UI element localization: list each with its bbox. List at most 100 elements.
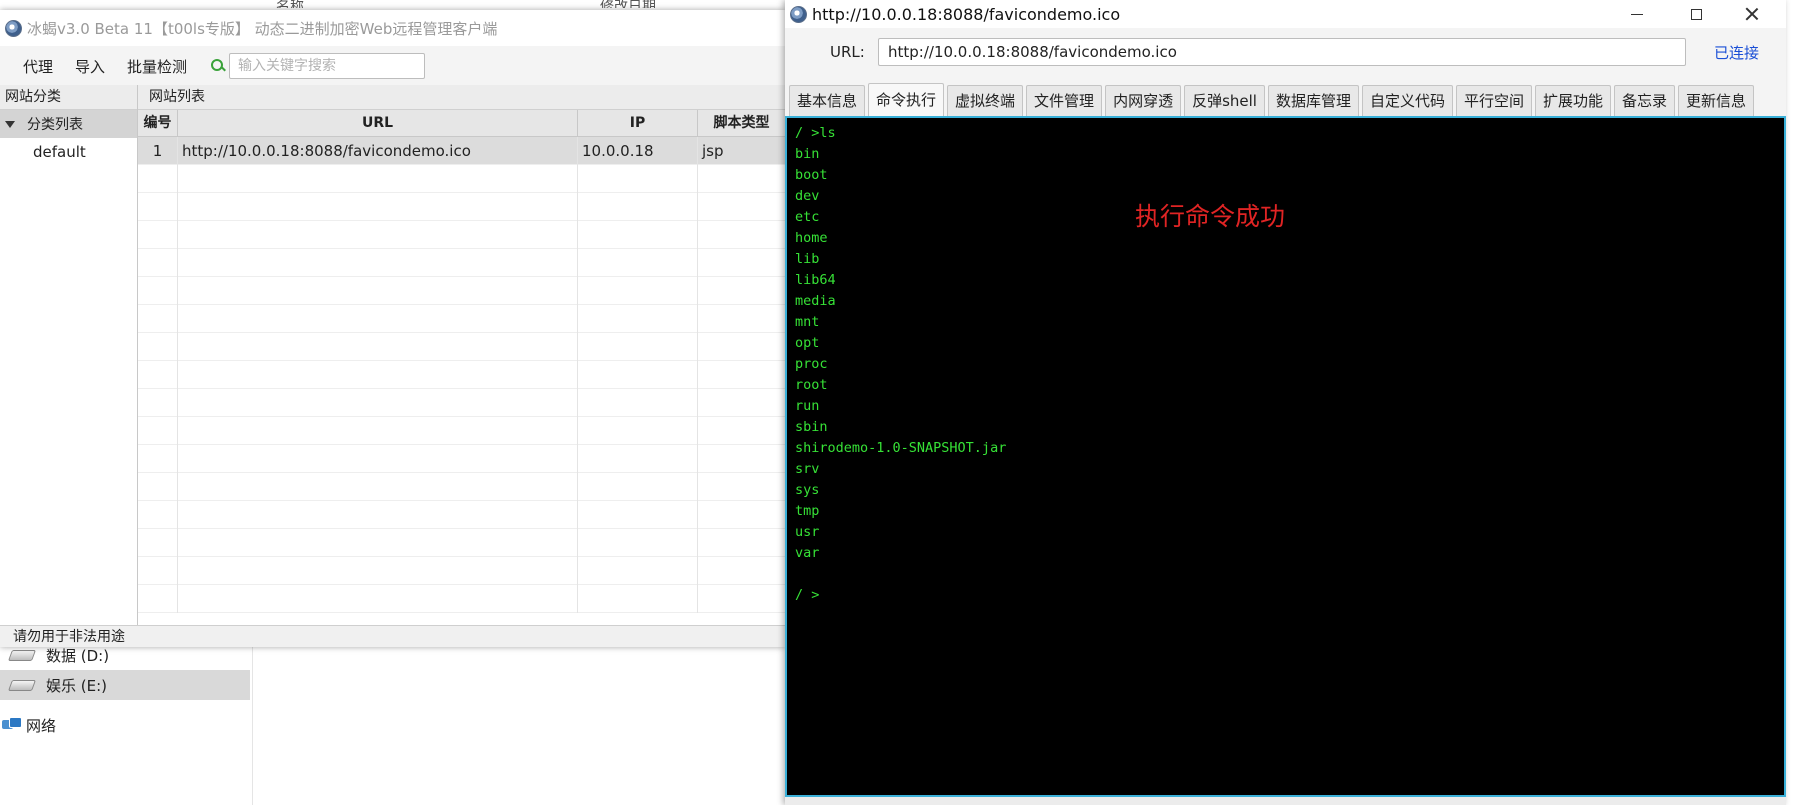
- explorer-column-modified[interactable]: 修改日期: [600, 0, 656, 8]
- terminal-line: root: [795, 377, 828, 393]
- table-row-empty: [138, 305, 786, 333]
- main-status-bar: 请勿用于非法用途: [0, 625, 786, 647]
- tree-root-category-list[interactable]: 分类列表: [0, 110, 137, 138]
- tab-6[interactable]: 反弹shell: [1184, 85, 1265, 116]
- tab-8[interactable]: 自定义代码: [1361, 85, 1453, 116]
- table-cell-empty: [178, 193, 578, 221]
- annotation-text: 执行命令成功: [1135, 202, 1286, 231]
- tab-7[interactable]: 数据库管理: [1267, 85, 1359, 116]
- table-cell-empty: [178, 277, 578, 305]
- table-row-empty: [138, 585, 786, 613]
- main-window-titlebar[interactable]: 冰蝎v3.0 Beta 11【t00ls专版】 动态二进制加密Web远程管理客户…: [0, 10, 786, 46]
- tab-2[interactable]: 命令执行: [868, 83, 945, 116]
- tab-11[interactable]: 备忘录: [1614, 85, 1676, 116]
- table-cell-empty: [578, 445, 698, 473]
- tab-10[interactable]: 扩展功能: [1535, 85, 1612, 116]
- table-cell-empty: [138, 305, 178, 333]
- terminal-line: var: [795, 545, 820, 561]
- column-header-script-type[interactable]: 脚本类型: [698, 110, 786, 136]
- table-cell-empty: [578, 417, 698, 445]
- behinder-main-window: 冰蝎v3.0 Beta 11【t00ls专版】 动态二进制加密Web远程管理客户…: [0, 10, 786, 647]
- table-cell-empty: [698, 221, 786, 249]
- table-row-empty: [138, 249, 786, 277]
- expand-triangle-icon[interactable]: [5, 120, 15, 128]
- terminal-line: tmp: [795, 503, 820, 519]
- table-cell-empty: [138, 501, 178, 529]
- table-cell-empty: [698, 529, 786, 557]
- table-cell-empty: [578, 473, 698, 501]
- shell-window-titlebar[interactable]: http://10.0.0.18:8088/favicondemo.ico: [785, 0, 1786, 28]
- table-cell-empty: [178, 501, 578, 529]
- table-cell-empty: [178, 473, 578, 501]
- tab-12[interactable]: 更新信息: [1678, 85, 1755, 116]
- explorer-item-label: 网络: [26, 716, 57, 735]
- terminal-line: dev: [795, 188, 820, 204]
- tab-1[interactable]: 基本信息: [789, 85, 866, 116]
- table-cell-empty: [698, 361, 786, 389]
- search-input[interactable]: [229, 53, 426, 79]
- column-header-num[interactable]: 编号: [138, 110, 178, 136]
- minimize-button[interactable]: [1614, 0, 1660, 28]
- tab-9[interactable]: 平行空间: [1456, 85, 1533, 116]
- search-icon: [211, 59, 225, 73]
- table-cell-empty: [178, 333, 578, 361]
- table-cell-empty: [578, 305, 698, 333]
- table-cell-empty: [138, 165, 178, 193]
- close-icon: [1745, 7, 1759, 21]
- table-cell-empty: [178, 305, 578, 333]
- minimize-icon: [1631, 13, 1643, 15]
- table-cell-empty: [178, 389, 578, 417]
- terminal-line: sbin: [795, 419, 828, 435]
- maximize-button[interactable]: [1673, 0, 1719, 28]
- table-cell-empty: [138, 333, 178, 361]
- menu-batch-check[interactable]: 批量检测: [127, 56, 187, 77]
- tab-3[interactable]: 虚拟终端: [947, 85, 1024, 116]
- table-cell-empty: [178, 165, 578, 193]
- terminal-line: run: [795, 398, 820, 414]
- table-cell-empty: [138, 221, 178, 249]
- category-panel: 网站分类 分类列表 default: [0, 85, 138, 625]
- terminal-line: lib64: [795, 272, 836, 288]
- tab-5[interactable]: 内网穿透: [1105, 85, 1182, 116]
- table-cell-empty: [698, 501, 786, 529]
- site-table-body: 1 http://10.0.0.18:8088/favicondemo.ico …: [138, 137, 786, 625]
- explorer-drive-e[interactable]: 娱乐 (E:): [0, 670, 250, 700]
- terminal-line: bin: [795, 146, 820, 162]
- table-row[interactable]: 1 http://10.0.0.18:8088/favicondemo.ico …: [138, 137, 786, 165]
- tree-item-default[interactable]: default: [0, 138, 137, 166]
- explorer-item-label: 数据 (D:): [46, 646, 110, 665]
- terminal-line: / >: [795, 587, 820, 603]
- cell-num: 1: [138, 137, 178, 165]
- table-cell-empty: [138, 249, 178, 277]
- url-label: URL:: [830, 43, 865, 61]
- network-icon: [2, 717, 22, 733]
- column-header-ip[interactable]: IP: [578, 110, 698, 136]
- terminal-line: opt: [795, 335, 820, 351]
- command-terminal[interactable]: / >ls bin boot dev etc home lib lib64 media mnt op…: [785, 116, 1786, 797]
- drive-icon: [7, 679, 37, 691]
- explorer-network[interactable]: 网络: [0, 710, 250, 740]
- table-cell-empty: [138, 417, 178, 445]
- terminal-output: / >ls bin boot dev etc home lib lib64 media mnt op…: [795, 123, 1784, 606]
- column-header-url[interactable]: URL: [178, 110, 578, 136]
- site-table-header: 编号 URL IP 脚本类型: [138, 110, 786, 137]
- site-list-header: 网站列表: [138, 85, 786, 110]
- table-cell-empty: [578, 585, 698, 613]
- url-input[interactable]: [878, 38, 1686, 66]
- menu-proxy[interactable]: 代理: [23, 56, 53, 77]
- table-cell-empty: [178, 445, 578, 473]
- terminal-line: home: [795, 230, 828, 246]
- menu-import[interactable]: 导入: [75, 56, 105, 77]
- app-icon: [790, 5, 807, 23]
- table-cell-empty: [138, 445, 178, 473]
- terminal-line: lib: [795, 251, 820, 267]
- terminal-line: proc: [795, 356, 828, 372]
- table-cell-empty: [698, 165, 786, 193]
- table-cell-empty: [578, 277, 698, 305]
- close-button[interactable]: [1729, 0, 1775, 28]
- tab-4[interactable]: 文件管理: [1026, 85, 1103, 116]
- table-row-empty: [138, 165, 786, 193]
- main-menubar: 代理 导入 批量检测: [0, 48, 786, 84]
- explorer-column-name[interactable]: 名称: [276, 0, 304, 8]
